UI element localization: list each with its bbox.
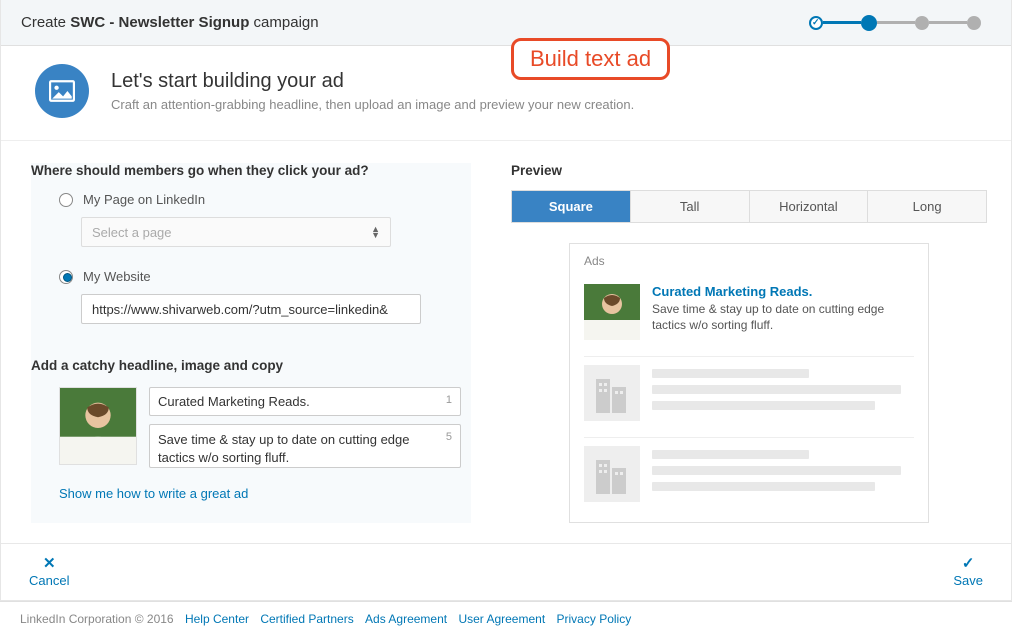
radio-icon <box>59 193 73 207</box>
tab-horizontal[interactable]: Horizontal <box>750 191 869 222</box>
skeleton-line <box>652 466 901 475</box>
step-connector <box>877 21 915 24</box>
preview-ad-item: Curated Marketing Reads. Save time & sta… <box>584 276 914 357</box>
step-4[interactable] <box>967 16 981 30</box>
progress-stepper <box>809 15 981 31</box>
footer-link-partners[interactable]: Certified Partners <box>260 612 353 626</box>
step-1-done[interactable] <box>809 16 823 30</box>
step-2-active[interactable] <box>861 15 877 31</box>
select-placeholder: Select a page <box>92 225 172 240</box>
footer-link-privacy[interactable]: Privacy Policy <box>557 612 632 626</box>
skeleton-line <box>652 482 875 491</box>
cancel-button[interactable]: ✕ Cancel <box>29 556 69 588</box>
footer-link-ads-agreement[interactable]: Ads Agreement <box>365 612 447 626</box>
ad-thumbnail <box>584 284 640 340</box>
destination-heading: Where should members go when they click … <box>31 163 461 178</box>
building-icon <box>584 446 640 502</box>
char-counter: 1 <box>438 394 452 409</box>
intro-section: Let's start building your ad Craft an at… <box>1 46 1011 141</box>
skeleton-line <box>652 369 809 378</box>
headline-input[interactable]: Curated Marketing Reads. 1 <box>149 387 461 416</box>
skeleton-line <box>652 401 875 410</box>
headline-heading: Add a catchy headline, image and copy <box>31 358 461 373</box>
skeleton-line <box>652 450 809 459</box>
input-value: https://www.shivarweb.com/?utm_source=li… <box>92 302 388 317</box>
preview-heading: Preview <box>511 163 987 178</box>
save-button[interactable]: ✓ Save <box>953 556 983 588</box>
footer-link-user-agreement[interactable]: User Agreement <box>458 612 545 626</box>
tab-square[interactable]: Square <box>512 191 631 222</box>
step-3[interactable] <box>915 16 929 30</box>
preview-headline: Curated Marketing Reads. <box>652 284 914 299</box>
annotation-callout: Build text ad <box>511 38 670 80</box>
button-label: Save <box>953 573 983 588</box>
intro-subtitle: Craft an attention-grabbing headline, th… <box>111 97 634 112</box>
step-connector <box>929 21 967 24</box>
chevron-updown-icon: ▲▼ <box>371 226 380 238</box>
writing-tips-link[interactable]: Show me how to write a great ad <box>31 486 248 501</box>
preview-description: Save time & stay up to date on cutting e… <box>652 301 914 333</box>
preview-placeholder-item <box>584 357 914 438</box>
button-label: Cancel <box>29 573 69 588</box>
tab-long[interactable]: Long <box>868 191 986 222</box>
skeleton-line <box>652 385 901 394</box>
image-icon <box>35 64 89 118</box>
input-value: Curated Marketing Reads. <box>158 394 310 409</box>
ad-image-upload[interactable] <box>59 387 137 465</box>
preview-tabs: Square Tall Horizontal Long <box>511 190 987 223</box>
footer-legal: LinkedIn Corporation © 2016 Help Center … <box>0 601 1012 636</box>
footer-link-help[interactable]: Help Center <box>185 612 249 626</box>
ad-form: Where should members go when they click … <box>31 163 471 523</box>
radio-linkedin-page[interactable]: My Page on LinkedIn <box>31 192 461 207</box>
action-bar: ✕ Cancel ✓ Save <box>1 543 1011 600</box>
page-title: Create SWC - Newsletter Signup campaign <box>21 14 319 31</box>
radio-icon <box>59 270 73 284</box>
campaign-header: Create SWC - Newsletter Signup campaign <box>1 0 1011 46</box>
input-value: Save time & stay up to date on cutting e… <box>158 431 438 466</box>
building-icon <box>584 365 640 421</box>
preview-panel: Preview Square Tall Horizontal Long Ads <box>491 163 987 523</box>
avatar-image <box>60 388 136 464</box>
check-icon: ✓ <box>962 556 975 571</box>
ad-preview-box: Ads Curate <box>569 243 929 523</box>
radio-label: My Page on LinkedIn <box>83 192 205 207</box>
tab-tall[interactable]: Tall <box>631 191 750 222</box>
radio-my-website[interactable]: My Website <box>31 269 461 284</box>
copyright-text: LinkedIn Corporation © 2016 <box>20 612 174 626</box>
ads-label: Ads <box>584 254 914 268</box>
step-connector <box>823 21 861 24</box>
description-input[interactable]: Save time & stay up to date on cutting e… <box>149 424 461 468</box>
char-counter: 5 <box>438 431 452 443</box>
website-url-input[interactable]: https://www.shivarweb.com/?utm_source=li… <box>81 294 421 324</box>
close-icon: ✕ <box>43 556 56 571</box>
radio-label: My Website <box>83 269 151 284</box>
preview-placeholder-item <box>584 438 914 502</box>
page-select[interactable]: Select a page ▲▼ <box>81 217 391 247</box>
